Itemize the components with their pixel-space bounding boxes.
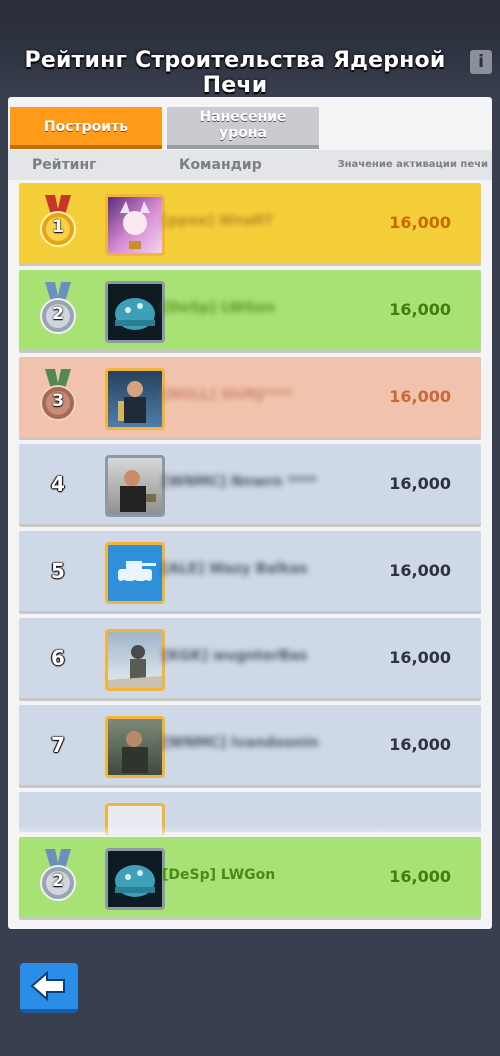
silver-medal-icon: 2 <box>37 282 79 338</box>
column-value: Значение активации печи <box>337 159 488 170</box>
commander-name: [ppee] WnaRT <box>162 213 274 229</box>
activation-value: 16,000 <box>389 213 451 232</box>
commander-name: [NULL] ShiftJ**** <box>162 387 293 403</box>
avatar[interactable] <box>105 629 165 691</box>
activation-value: 16,000 <box>389 474 451 493</box>
silver-medal-icon: 2 <box>37 849 79 905</box>
table-row[interactable]: 7 [WNMC] Ivandoonin 16,000 <box>19 705 481 785</box>
table-row[interactable]: 6 [KGK] wugnterBas 16,000 <box>19 618 481 698</box>
arrow-left-icon <box>30 970 65 1002</box>
my-rank-row[interactable]: 2 [DeSp] LWGon 16,000 <box>19 837 481 917</box>
avatar[interactable] <box>105 281 165 343</box>
avatar[interactable] <box>105 194 165 256</box>
table-row[interactable]: 4 [WNMC] Nnwrn **** 16,000 <box>19 444 481 524</box>
rank-number: 3 <box>52 391 64 411</box>
column-rank: Рейтинг <box>32 157 97 173</box>
tab-damage[interactable]: Нанесение урона <box>167 107 319 149</box>
rank-number: 6 <box>51 646 65 670</box>
tab-build-label: Построить <box>43 119 129 135</box>
commander-name: [WNMC] Nnwrn **** <box>162 474 317 490</box>
commander-name: [DeSp] LWGon <box>162 300 276 316</box>
table-row[interactable]: 1 [ppee] WnaRT 16,000 <box>19 183 481 263</box>
rank-number: 1 <box>52 217 64 237</box>
column-commander: Командир <box>179 157 262 173</box>
commander-name: [ALE] Wazy Balkas <box>162 561 308 577</box>
avatar[interactable] <box>105 455 165 517</box>
tab-build[interactable]: Построить <box>10 107 162 149</box>
avatar[interactable] <box>105 368 165 430</box>
back-button[interactable] <box>20 963 78 1013</box>
table-row[interactable]: 3 [NULL] ShiftJ**** 16,000 <box>19 357 481 437</box>
column-header: Рейтинг Командир Значение активации печи <box>8 150 492 180</box>
info-icon[interactable]: i <box>470 50 492 74</box>
activation-value: 16,000 <box>389 387 451 406</box>
commander-name: [DeSp] LWGon <box>162 867 276 883</box>
table-row[interactable]: 2 [DeSp] LWGon 16,000 <box>19 270 481 350</box>
activation-value: 16,000 <box>389 300 451 319</box>
commander-name: [KGK] wugnterBas <box>162 648 308 664</box>
activation-value: 16,000 <box>389 735 451 754</box>
avatar[interactable] <box>105 716 165 778</box>
rank-number: 2 <box>52 871 64 891</box>
rank-number: 7 <box>51 733 65 757</box>
rank-number: 4 <box>51 472 65 496</box>
activation-value: 16,000 <box>389 648 451 667</box>
activation-value: 16,000 <box>389 867 451 886</box>
table-row[interactable]: 5 [ALE] Wazy Balkas 16,000 <box>19 531 481 611</box>
tab-damage-label: Нанесение урона <box>199 109 287 141</box>
gold-medal-icon: 1 <box>37 195 79 251</box>
avatar[interactable] <box>105 542 165 604</box>
bronze-medal-icon: 3 <box>37 369 79 425</box>
avatar[interactable] <box>105 848 165 910</box>
activation-value: 16,000 <box>389 561 451 580</box>
commander-name: [WNMC] Ivandoonin <box>162 735 319 751</box>
rank-number: 5 <box>51 559 65 583</box>
page-title: Рейтинг Строительства Ядерной Печи <box>24 48 446 98</box>
rank-number: 2 <box>52 304 64 324</box>
